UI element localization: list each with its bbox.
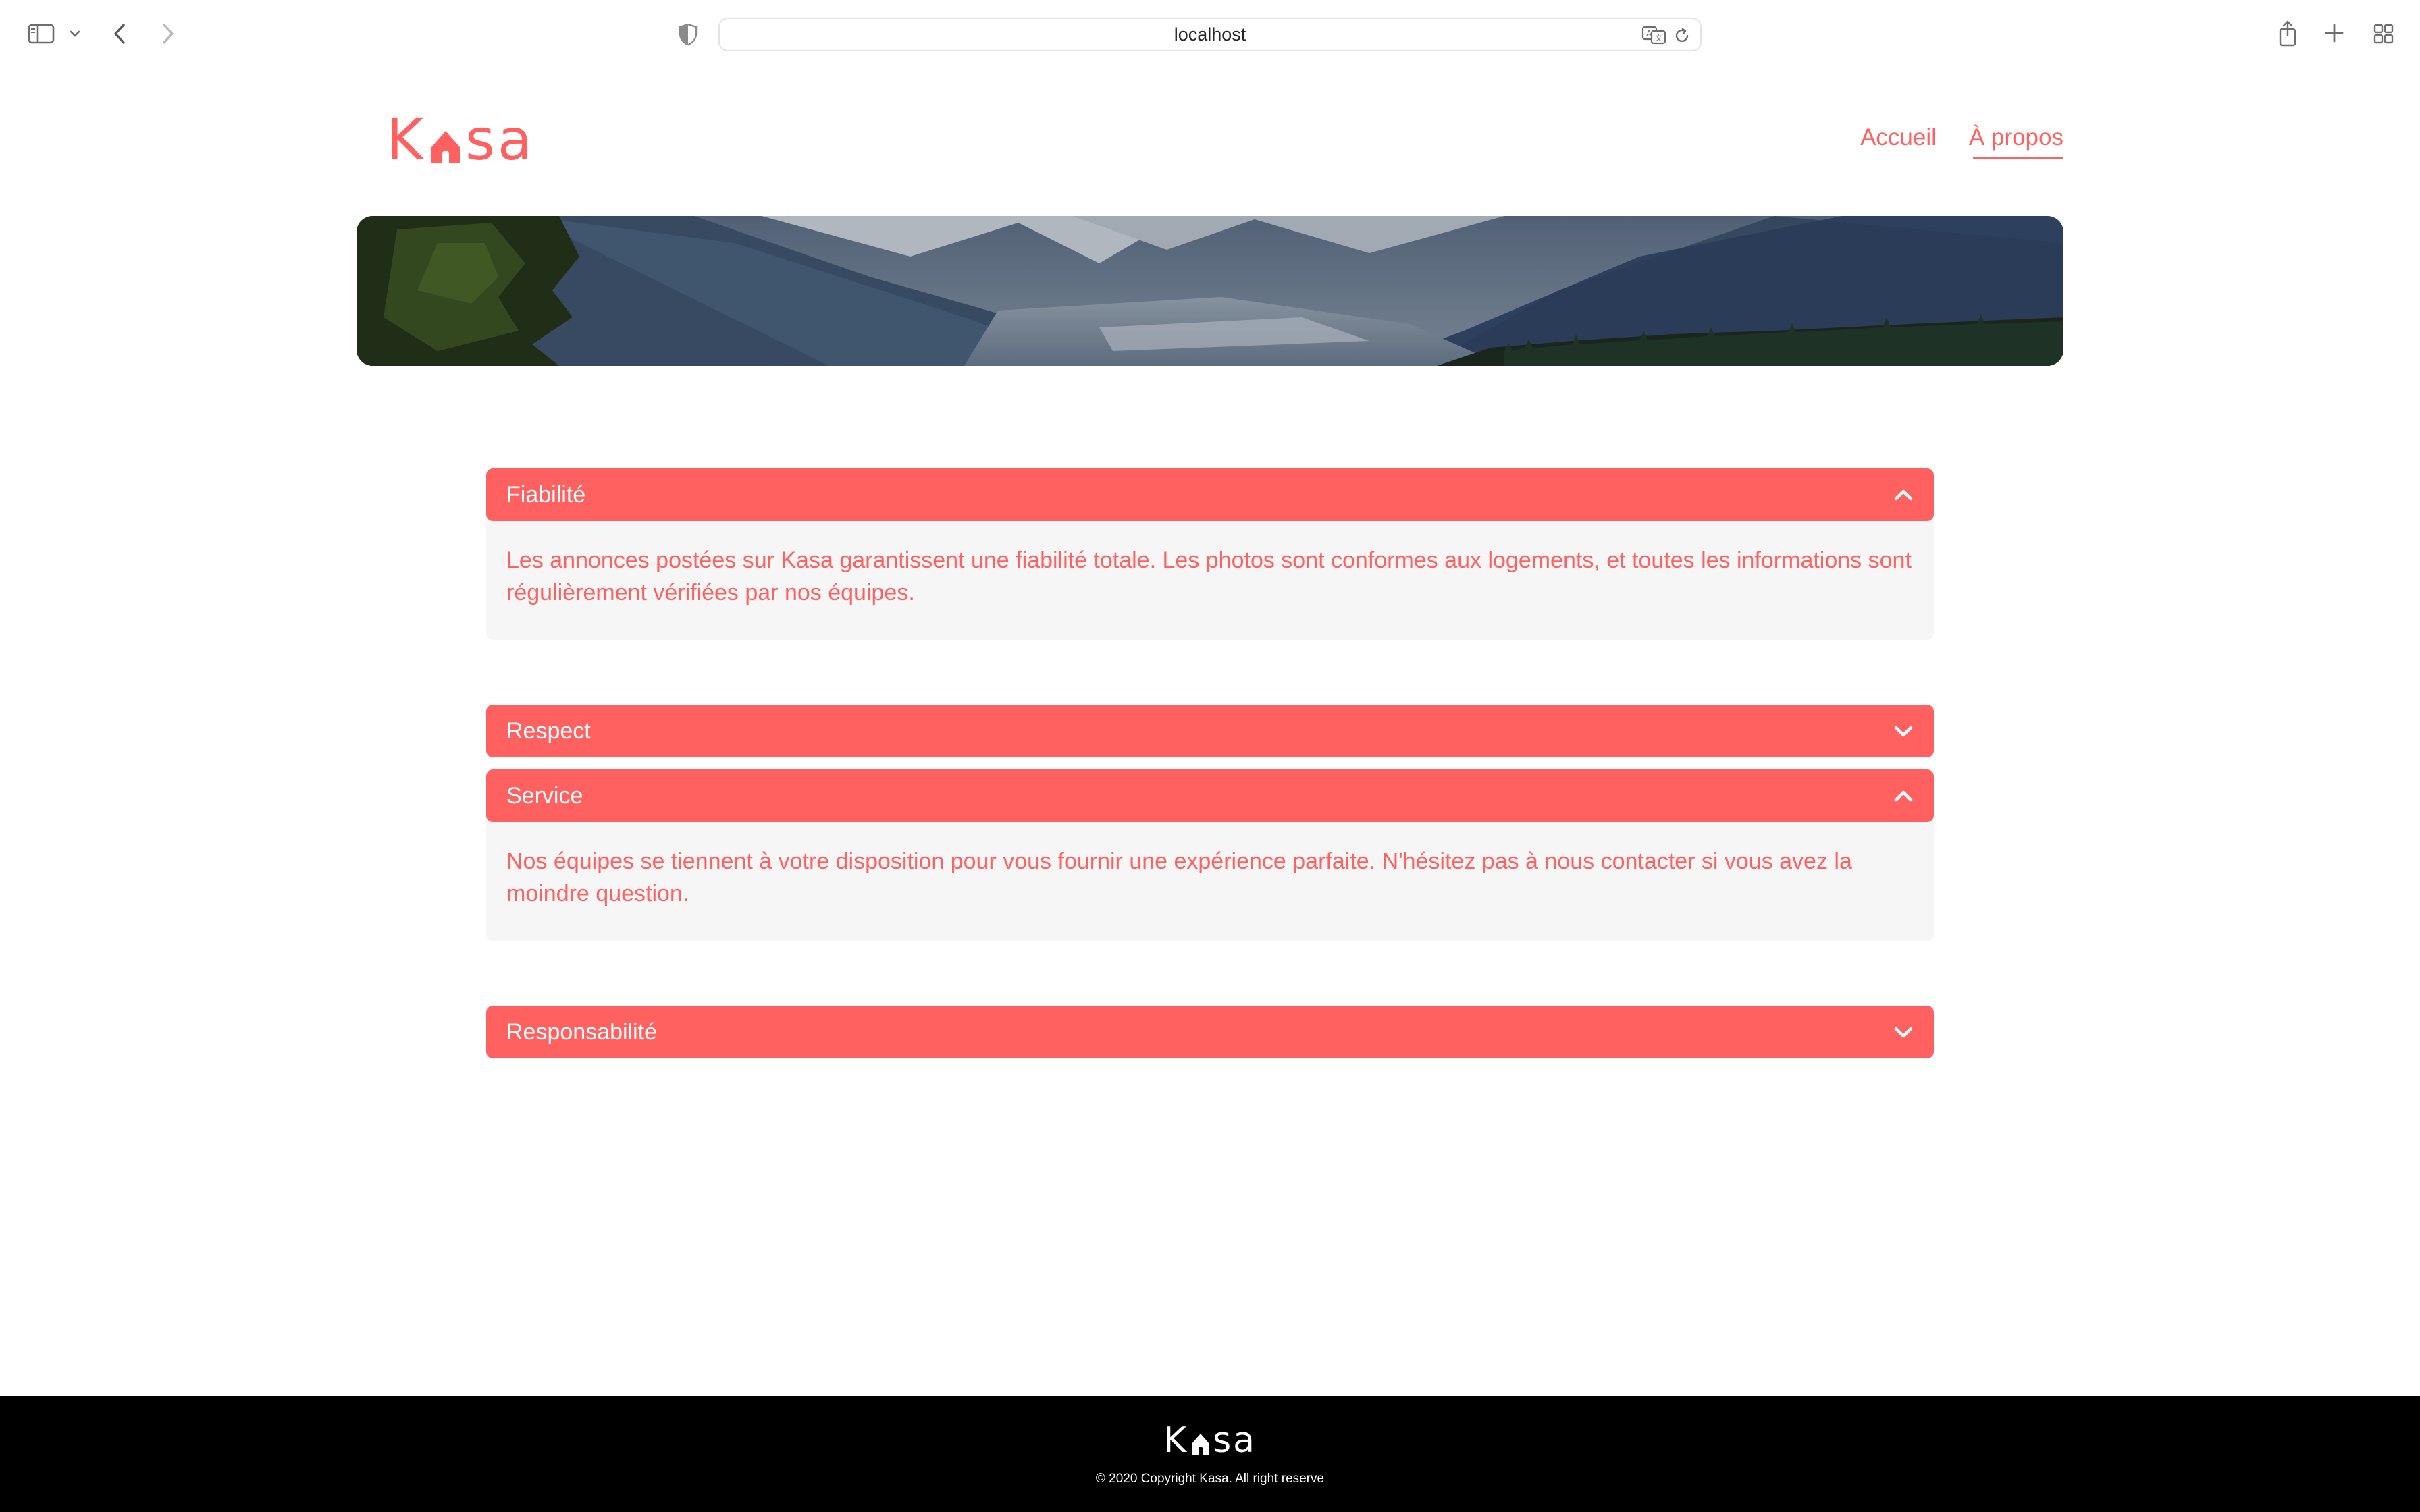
- collapse-title: Responsabilité: [506, 1019, 658, 1045]
- logo-letters-sa: sa: [1213, 1420, 1257, 1461]
- tab-overview-icon[interactable]: [2371, 22, 2396, 46]
- svg-text:文: 文: [1655, 33, 1662, 43]
- address-bar[interactable]: localhost A文: [718, 18, 1702, 51]
- collapse-service: Service Nos équipes se tiennent à votre …: [486, 770, 1934, 941]
- collapse-title: Fiabilité: [506, 481, 586, 508]
- forward-icon[interactable]: [157, 20, 180, 47]
- values-collapses: Fiabilité Les annonces postées sur Kasa …: [486, 468, 1934, 1058]
- share-icon[interactable]: [2276, 18, 2300, 49]
- collapse-header-fiabilite[interactable]: Fiabilité: [486, 468, 1934, 521]
- chevron-down-icon[interactable]: [66, 27, 84, 40]
- about-banner-image: [357, 216, 2063, 366]
- footer-kasa-logo: K sa: [0, 1420, 2420, 1461]
- site-footer: K sa © 2020 Copyright Kasa. All right re…: [0, 1396, 2420, 1512]
- footer-copyright: © 2020 Copyright Kasa. All right reserve: [1095, 1472, 1325, 1486]
- back-icon[interactable]: [108, 20, 131, 47]
- logo-letter-k: K: [1163, 1420, 1189, 1461]
- reload-icon[interactable]: [1672, 26, 1692, 46]
- house-icon: [1189, 1426, 1212, 1455]
- logo-letter-k: K: [386, 107, 427, 173]
- new-tab-icon[interactable]: [2323, 22, 2346, 45]
- nav-link-a-propos[interactable]: À propos: [1969, 124, 2064, 159]
- collapse-fiabilite: Fiabilité Les annonces postées sur Kasa …: [486, 468, 1934, 640]
- collapse-header-service[interactable]: Service: [486, 770, 1934, 822]
- chevron-down-icon[interactable]: [1893, 1025, 1914, 1039]
- collapse-title: Service: [506, 782, 583, 809]
- kasa-logo[interactable]: K sa: [386, 107, 535, 173]
- collapse-content: Nos équipes se tiennent à votre disposit…: [486, 815, 1934, 941]
- nav-link-accueil[interactable]: Accueil: [1860, 124, 1937, 159]
- house-icon: [427, 116, 464, 163]
- chevron-up-icon[interactable]: [1893, 488, 1914, 502]
- collapse-respect: Respect: [486, 705, 1934, 757]
- collapse-responsabilite: Responsabilité: [486, 1006, 1934, 1058]
- browser-toolbar: localhost A文: [0, 0, 2420, 68]
- collapse-header-responsabilite[interactable]: Responsabilité: [486, 1006, 1934, 1058]
- chevron-down-icon[interactable]: [1893, 724, 1914, 738]
- collapse-content: Les annonces postées sur Kasa garantisse…: [486, 514, 1934, 640]
- logo-letters-sa: sa: [465, 107, 535, 173]
- shield-icon[interactable]: [675, 22, 701, 47]
- collapse-title: Respect: [506, 718, 591, 744]
- svg-text:A: A: [1646, 29, 1652, 38]
- url-text: localhost: [1174, 24, 1246, 45]
- main-nav: Accueil À propos: [1860, 124, 2064, 159]
- translate-icon[interactable]: A文: [1641, 24, 1668, 46]
- sidebar-icon[interactable]: [26, 22, 57, 46]
- chevron-up-icon[interactable]: [1893, 789, 1914, 803]
- collapse-header-respect[interactable]: Respect: [486, 705, 1934, 757]
